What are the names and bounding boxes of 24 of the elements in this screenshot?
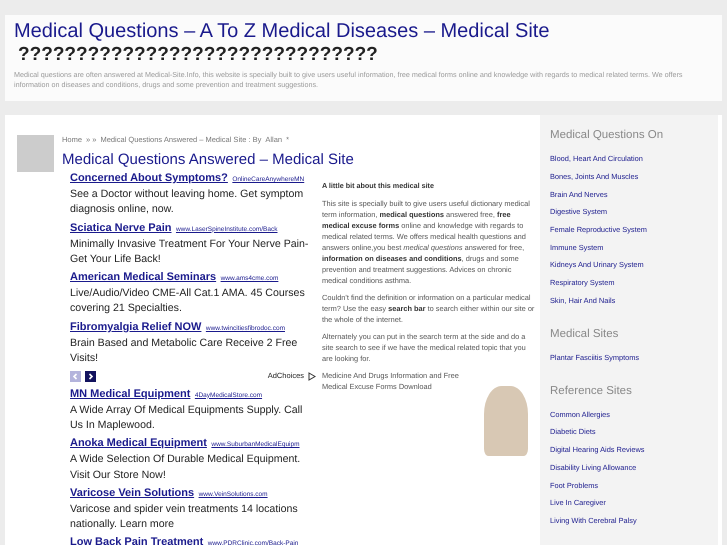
sidebar-heading: Medical Sites [550, 326, 620, 342]
ad-title-link[interactable]: Concerned About Symptoms? [70, 172, 228, 184]
ad-description: A Wide Array Of Medical Equipments Supply. Call Us In Maplewood. [70, 402, 304, 433]
site-subtitle: ??????????????????????????????? [18, 43, 379, 67]
ad-title-link[interactable]: MN Medical Equipment [70, 388, 190, 400]
sidebar-heading: Medical Questions On [550, 128, 664, 143]
ad-title-link[interactable]: American Medical Seminars [70, 271, 216, 284]
ad-description: See a Doctor without leaving home. Get symptom diagnosis online, now. [70, 187, 304, 218]
ad-description: Live/Audio/Video CME-All Cat.1 AMA. 45 Courses covering 21 Specialties. [70, 286, 306, 316]
play-triangle-icon[interactable] [308, 372, 316, 380]
ad-title-link[interactable]: Anoka Medical Equipment [70, 437, 207, 450]
ad-description: A Wide Selection Of Durable Medical Equipment. Visit Our Store Now! [70, 452, 302, 483]
photo-placeholder [484, 386, 528, 456]
ad-description: Brain Based and Metabolic Care Receive 2 Free Visits! [70, 336, 298, 366]
site-title[interactable]: Medical Questions – A To Z Medical Diseases – Medical Site [14, 19, 713, 43]
ad-description: Varicose and spider vein treatments 14 locations nationally. Learn more [70, 502, 299, 532]
ad-title-link[interactable]: Fibromyalgia Relief NOW [70, 320, 202, 333]
ad-title-link[interactable]: Varicose Vein Solutions [70, 486, 194, 499]
chevron-right-icon[interactable] [85, 370, 96, 382]
post-title: Medical Questions Answered – Medical Site [62, 150, 355, 170]
ad-description: Minimally Invasive Treatment For Your Nerve Pain-Get Your Life Back! [70, 236, 310, 267]
avatar-placeholder [17, 135, 54, 172]
ad-title-link[interactable]: Sciatica Nerve Pain [70, 222, 172, 234]
sidebar-heading: Reference Sites [550, 384, 633, 399]
